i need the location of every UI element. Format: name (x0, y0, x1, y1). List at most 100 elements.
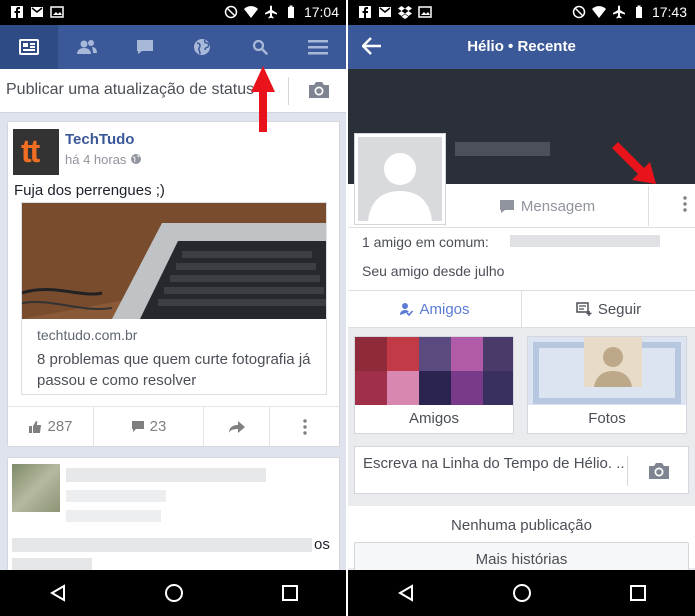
share-icon (228, 420, 245, 433)
tab-messages[interactable] (116, 25, 174, 69)
comment-button[interactable]: 23 (94, 407, 204, 446)
follow-button[interactable]: Seguir (522, 291, 695, 327)
camera-icon[interactable] (307, 80, 331, 100)
post-text: Fuja dos perrengues ;) (14, 182, 165, 199)
dropbox-notification-icon (398, 6, 412, 19)
android-navigation-bar (348, 570, 695, 616)
post-more-button[interactable] (270, 407, 339, 446)
like-count: 287 (47, 418, 73, 435)
tab-news-feed[interactable] (0, 25, 58, 69)
comment-count: 23 (149, 418, 167, 435)
follow-button-label: Seguir (597, 300, 642, 318)
photos-tile-image (528, 337, 686, 405)
empty-timeline: Nenhuma publicação Mais histórias (348, 506, 695, 572)
empty-timeline-text: Nenhuma publicação (451, 517, 592, 534)
battery-icon (287, 5, 294, 18)
friends-tile[interactable]: Amigos (354, 336, 514, 434)
friends-tile-image (355, 337, 513, 405)
timeline-composer-placeholder[interactable]: Escreva na Linha do Tempo de Hélio. .. (363, 454, 628, 474)
back-nav-icon[interactable] (397, 584, 415, 602)
message-icon (499, 199, 514, 213)
blurred-text-2 (12, 558, 92, 570)
follow-icon (576, 302, 592, 316)
status-bar: 17:43 (348, 0, 695, 25)
friends-button-label: Amigos (419, 300, 470, 318)
messages-icon (136, 40, 153, 54)
profile-picture[interactable] (354, 133, 446, 225)
link-preview[interactable]: techtudo.com.br 8 problemas que quem cur… (21, 202, 327, 395)
default-avatar-icon (368, 153, 432, 221)
post-actions: 287 23 (8, 406, 339, 446)
facebook-notification-icon (11, 6, 23, 18)
menu-icon (308, 40, 329, 55)
right-screen: 17:43 Hélio • Recente Mensagem 1 amigo e… (348, 0, 695, 616)
home-nav-icon[interactable] (512, 583, 532, 603)
tab-notifications[interactable] (173, 25, 231, 69)
message-button[interactable]: Mensagem (445, 186, 649, 226)
android-navigation-bar (0, 570, 347, 616)
blurred-profile-name (455, 142, 550, 156)
blurred-text (12, 538, 312, 552)
blurred-name (66, 468, 266, 482)
profile-header: Hélio • Recente (348, 25, 695, 69)
gmail-notification-icon (379, 7, 391, 17)
blurred-time (66, 490, 166, 502)
status-time: 17:43 (651, 4, 687, 20)
photos-tile[interactable]: Fotos (527, 336, 687, 434)
post-time-text: há 4 horas (65, 152, 127, 167)
tab-menu[interactable] (289, 25, 347, 69)
blurred-mutual-friend (510, 235, 660, 247)
camera-icon[interactable] (647, 461, 671, 481)
share-button[interactable] (204, 407, 270, 446)
home-nav-icon[interactable] (164, 583, 184, 603)
friends-tile-label: Amigos (408, 410, 460, 427)
timeline-composer[interactable]: Escreva na Linha do Tempo de Hélio. .. (354, 446, 689, 494)
globe-icon (194, 39, 211, 55)
airplane-icon (612, 5, 625, 19)
tab-search[interactable] (231, 25, 289, 69)
post2-fragment: os (314, 536, 330, 553)
profile-tiles: Amigos Fotos (348, 336, 695, 434)
recents-nav-icon[interactable] (282, 585, 299, 601)
status-composer-placeholder[interactable]: Publicar uma atualização de status (6, 81, 254, 99)
annotation-arrow (251, 66, 275, 132)
friends-icon (76, 40, 97, 54)
annotation-arrow (612, 142, 656, 184)
page-avatar[interactable]: tt (13, 129, 59, 175)
like-icon (29, 420, 42, 433)
more-options-icon[interactable] (683, 196, 687, 212)
post-timestamp[interactable]: há 4 horas (65, 152, 142, 167)
feed-post-blurred: os (7, 457, 340, 577)
profile-info: 1 amigo em comum: Seu amigo desde julho (348, 228, 695, 290)
facebook-notification-icon (359, 6, 371, 18)
like-button[interactable]: 287 (8, 407, 94, 446)
recents-nav-icon[interactable] (630, 585, 647, 601)
blurred-avatar (12, 464, 60, 512)
more-stories-button[interactable]: Mais histórias (354, 542, 689, 572)
wifi-icon (243, 6, 258, 18)
airplane-icon (264, 5, 277, 19)
do-not-disturb-icon (224, 5, 238, 19)
blurred-line (66, 510, 161, 522)
wifi-icon (591, 6, 606, 18)
do-not-disturb-icon (572, 5, 586, 19)
more-vertical-icon (302, 418, 307, 435)
image-notification-icon (50, 6, 64, 18)
divider (288, 77, 289, 105)
mutual-friends-text: 1 amigo em comum: (362, 234, 489, 250)
feed-post: tt TechTudo há 4 horas Fuja dos perrengu… (7, 121, 340, 447)
search-icon (253, 39, 268, 55)
comment-icon (131, 421, 144, 432)
link-title: 8 problemas que quem curte fotografia já… (37, 351, 311, 389)
post-author[interactable]: TechTudo (65, 131, 134, 148)
gmail-notification-icon (31, 7, 43, 17)
left-screen: 17:04 Publicar uma atualização de status… (0, 0, 347, 616)
divider (627, 456, 628, 486)
friends-button[interactable]: Amigos (348, 291, 522, 327)
news-feed-icon (18, 39, 39, 55)
top-navigation (0, 25, 347, 69)
status-composer[interactable]: Publicar uma atualização de status (0, 69, 347, 113)
tab-friends[interactable] (58, 25, 116, 69)
relationship-buttons: Amigos Seguir (348, 290, 695, 328)
back-nav-icon[interactable] (49, 584, 67, 602)
